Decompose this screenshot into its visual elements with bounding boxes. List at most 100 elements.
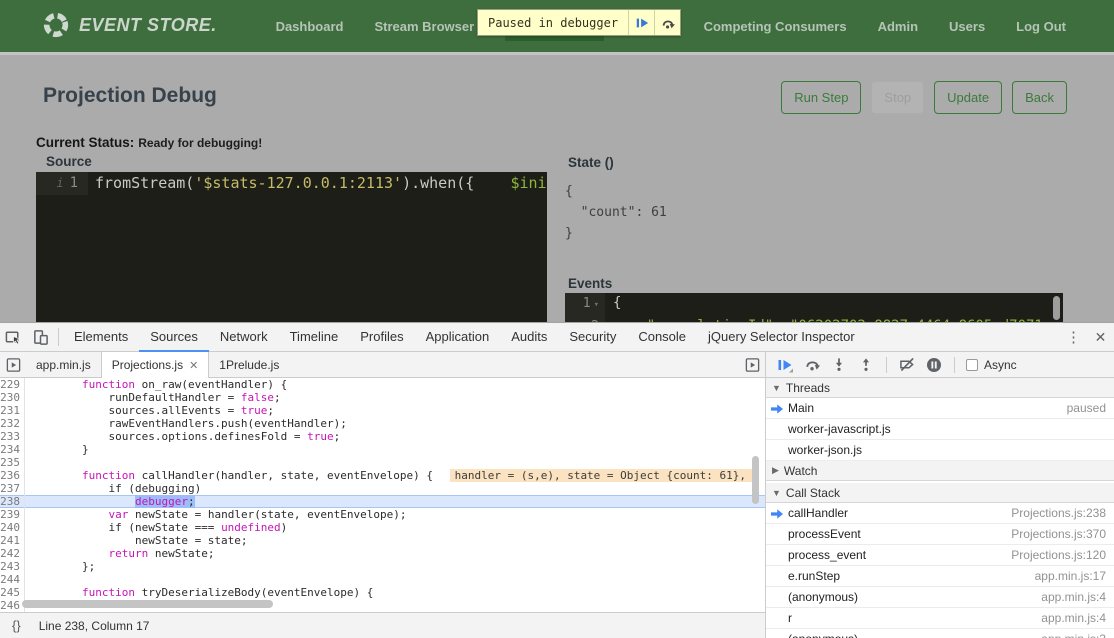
nav-item-users[interactable]: Users: [949, 19, 985, 34]
callstack-section-header[interactable]: ▼ Call Stack: [766, 483, 1114, 503]
line-number[interactable]: 240: [0, 521, 25, 534]
devtools-tab-network[interactable]: Network: [209, 323, 279, 351]
line-number[interactable]: 237: [0, 482, 25, 495]
device-toolbar-button[interactable]: [27, 323, 54, 351]
events-scrollbar-thumb[interactable]: [1053, 296, 1060, 320]
thread-name: worker-json.js: [788, 443, 862, 457]
update-button[interactable]: Update: [934, 81, 1002, 114]
code-line[interactable]: 242 return newState;: [0, 547, 765, 560]
code-line[interactable]: 240 if (newState === undefined): [0, 521, 765, 534]
nav-item-competing-consumers[interactable]: Competing Consumers: [704, 19, 847, 34]
nav-item-dashboard[interactable]: Dashboard: [276, 19, 344, 34]
line-number[interactable]: 242: [0, 547, 25, 560]
events-editor[interactable]: 1▾{2 "correlationId": "06202702-8827-446…: [565, 293, 1063, 325]
line-number[interactable]: 229: [0, 378, 25, 391]
code-line[interactable]: 239 var newState = handler(state, eventE…: [0, 508, 765, 521]
inspect-element-button[interactable]: [0, 323, 27, 351]
callstack-frame-anonymous[interactable]: (anonymous)app.min.js:4: [766, 587, 1114, 608]
step-over-button[interactable]: [803, 356, 821, 374]
code-line[interactable]: 245 function tryDeserializeBody(eventEnv…: [0, 586, 765, 599]
code-editor[interactable]: 229 function on_raw(eventHandler) {230 r…: [0, 378, 765, 612]
show-details-pane-button[interactable]: [739, 352, 765, 377]
thread-row-worker-json-js[interactable]: worker-json.js: [766, 440, 1114, 461]
threads-section-header[interactable]: ▼ Threads: [766, 378, 1114, 398]
code-line[interactable]: 236 function callHandler(handler, state,…: [0, 469, 765, 482]
callstack-frame-process-event[interactable]: process_eventProjections.js:120: [766, 545, 1114, 566]
devtools-tab-console[interactable]: Console: [627, 323, 697, 351]
devtools-tab-elements[interactable]: Elements: [63, 323, 139, 351]
callstack-frame-processevent[interactable]: processEventProjections.js:370: [766, 524, 1114, 545]
horizontal-scrollbar-thumb[interactable]: [22, 600, 273, 608]
line-number[interactable]: 246: [0, 599, 25, 612]
run-step-button[interactable]: Run Step: [781, 81, 861, 114]
code-line[interactable]: 235: [0, 456, 765, 469]
tab-close-icon[interactable]: ✕: [189, 359, 198, 372]
devtools-close-button[interactable]: ✕: [1087, 323, 1114, 351]
code-line[interactable]: 229 function on_raw(eventHandler) {: [0, 378, 765, 391]
file-tab-app-min-js[interactable]: app.min.js: [26, 352, 101, 377]
devtools-tabbar: ElementsSourcesNetworkTimelineProfilesAp…: [0, 323, 1114, 352]
line-number[interactable]: 233: [0, 430, 25, 443]
line-number[interactable]: 232: [0, 417, 25, 430]
line-number[interactable]: 239: [0, 508, 25, 521]
line-number[interactable]: 243: [0, 560, 25, 573]
devtools-tab-timeline[interactable]: Timeline: [279, 323, 350, 351]
code-line[interactable]: 241 newState = state;: [0, 534, 765, 547]
pretty-print-button[interactable]: {}: [12, 618, 21, 633]
callstack-frame-r[interactable]: rapp.min.js:4: [766, 608, 1114, 629]
watch-section-header[interactable]: ▶ Watch: [766, 461, 1114, 481]
fold-arrow-icon[interactable]: ▾: [594, 300, 599, 310]
code-line[interactable]: 233 sources.options.definesFold = true;: [0, 430, 765, 443]
show-navigator-button[interactable]: [0, 352, 26, 377]
devtools-tab-audits[interactable]: Audits: [500, 323, 558, 351]
execution-line[interactable]: 238 debugger;: [0, 495, 765, 508]
devtools-tab-sources[interactable]: Sources: [139, 323, 209, 352]
devtools-tab-profiles[interactable]: Profiles: [349, 323, 414, 351]
line-number[interactable]: 245: [0, 586, 25, 599]
line-number[interactable]: 238: [0, 495, 25, 508]
line-number[interactable]: 244: [0, 573, 25, 586]
pause-on-exceptions-button[interactable]: [925, 356, 943, 374]
deactivate-breakpoints-button[interactable]: [898, 356, 916, 374]
callstack-frame-anonymous[interactable]: (anonymous)app.min.js:3: [766, 629, 1114, 638]
line-number[interactable]: 235: [0, 456, 25, 469]
file-tab-projections-js[interactable]: Projections.js✕: [101, 352, 210, 378]
devtools-tab-jquery-selector-inspector[interactable]: jQuery Selector Inspector: [697, 323, 866, 351]
resume-button[interactable]: [776, 356, 794, 374]
line-number[interactable]: 236: [0, 469, 25, 482]
code-line[interactable]: 234 }: [0, 443, 765, 456]
resume-script-button[interactable]: [628, 10, 654, 35]
nav-item-stream-browser[interactable]: Stream Browser: [374, 19, 474, 34]
paused-in-debugger-banner: Paused in debugger: [477, 9, 681, 36]
source-code-editor[interactable]: i1 fromStream('$stats-127.0.0.1:2113').w…: [36, 172, 547, 325]
async-checkbox[interactable]: [966, 359, 978, 371]
code-line[interactable]: 244: [0, 573, 765, 586]
line-number[interactable]: 231: [0, 404, 25, 417]
code-line[interactable]: 237 if (debugging): [0, 482, 765, 495]
thread-row-main[interactable]: Mainpaused: [766, 398, 1114, 419]
code-line[interactable]: 231 sources.allEvents = true;: [0, 404, 765, 417]
nav-item-log-out[interactable]: Log Out: [1016, 19, 1066, 34]
frame-function-name: (anonymous): [788, 632, 858, 638]
code-line[interactable]: 230 runDefaultHandler = false;: [0, 391, 765, 404]
nav-item-admin[interactable]: Admin: [878, 19, 918, 34]
devtools-tab-security[interactable]: Security: [558, 323, 627, 351]
callstack-frame-callhandler[interactable]: callHandlerProjections.js:238: [766, 503, 1114, 524]
code-line[interactable]: 243 };: [0, 560, 765, 573]
code-token: runDefaultHandler =: [29, 391, 241, 404]
code-token: [29, 547, 108, 560]
vertical-scrollbar-thumb[interactable]: [752, 456, 759, 504]
back-button[interactable]: Back: [1012, 81, 1067, 114]
line-number[interactable]: 241: [0, 534, 25, 547]
thread-row-worker-javascript-js[interactable]: worker-javascript.js: [766, 419, 1114, 440]
step-out-button[interactable]: [857, 356, 875, 374]
step-over-banner-button[interactable]: [654, 10, 680, 35]
file-tab-1prelude-js[interactable]: 1Prelude.js: [209, 352, 289, 377]
devtools-menu-button[interactable]: ⋮: [1060, 323, 1087, 351]
line-number[interactable]: 234: [0, 443, 25, 456]
callstack-frame-e-runstep[interactable]: e.runStepapp.min.js:17: [766, 566, 1114, 587]
line-number[interactable]: 230: [0, 391, 25, 404]
code-line[interactable]: 232 rawEventHandlers.push(eventHandler);: [0, 417, 765, 430]
devtools-tab-application[interactable]: Application: [415, 323, 501, 351]
step-into-button[interactable]: [830, 356, 848, 374]
